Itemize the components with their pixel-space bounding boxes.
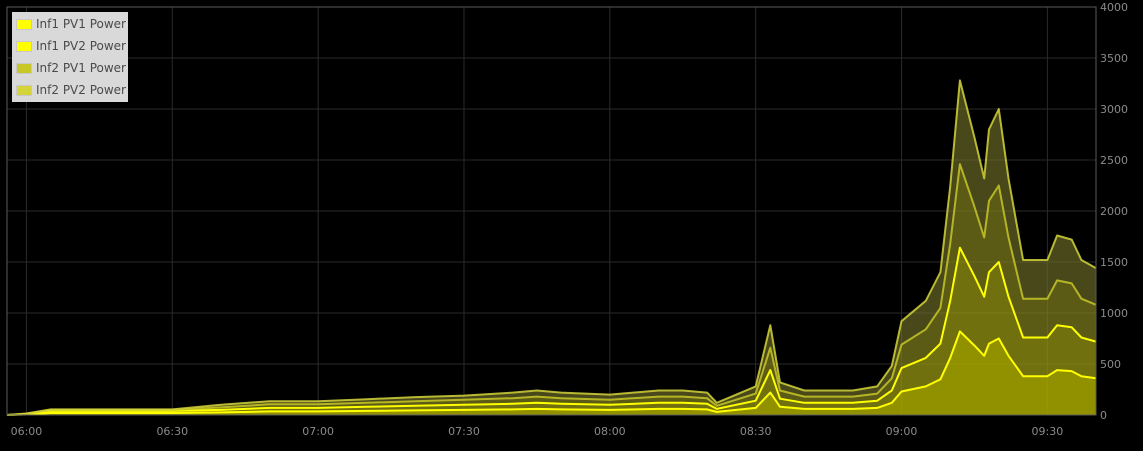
legend-label: Inf2 PV2 Power: [36, 83, 126, 97]
legend-swatch: [16, 84, 32, 96]
legend-label: Inf1 PV2 Power: [36, 39, 126, 53]
legend-swatch: [16, 40, 32, 52]
x-tick-label: 08:30: [740, 425, 772, 438]
y-tick-label: 3500: [1100, 52, 1128, 65]
x-tick-label: 09:30: [1032, 425, 1064, 438]
x-tick-label: 06:30: [156, 425, 188, 438]
legend-swatch: [16, 18, 32, 30]
y-tick-label: 1500: [1100, 256, 1128, 269]
y-tick-label: 2000: [1100, 205, 1128, 218]
x-tick-label: 06:00: [11, 425, 43, 438]
legend-item[interactable]: Inf2 PV1 Power: [14, 57, 126, 79]
x-tick-label: 09:00: [886, 425, 918, 438]
legend-item[interactable]: Inf1 PV1 Power: [14, 13, 126, 35]
y-tick-label: 0: [1100, 409, 1107, 422]
y-tick-label: 4000: [1100, 1, 1128, 14]
legend-item[interactable]: Inf1 PV2 Power: [14, 35, 126, 57]
legend-item[interactable]: Inf2 PV2 Power: [14, 79, 126, 101]
y-tick-label: 1000: [1100, 307, 1128, 320]
x-tick-label: 08:00: [594, 425, 626, 438]
y-tick-label: 2500: [1100, 154, 1128, 167]
chart-svg: 0 500 1000 1500 2000 2500 3000 3500 4000 06:00 06:…: [0, 0, 1143, 447]
legend: Inf1 PV1 Power Inf1 PV2 Power Inf2 PV1 Pow…: [12, 12, 128, 102]
power-chart: 0 500 1000 1500 2000 2500 3000 3500 4000 06:00 06:…: [0, 0, 1143, 447]
y-tick-label: 3000: [1100, 103, 1128, 116]
y-tick-label: 500: [1100, 358, 1121, 371]
x-tick-label: 07:30: [448, 425, 480, 438]
legend-label: Inf2 PV1 Power: [36, 61, 126, 75]
legend-swatch: [16, 62, 32, 74]
legend-label: Inf1 PV1 Power: [36, 17, 126, 31]
x-tick-label: 07:00: [302, 425, 334, 438]
